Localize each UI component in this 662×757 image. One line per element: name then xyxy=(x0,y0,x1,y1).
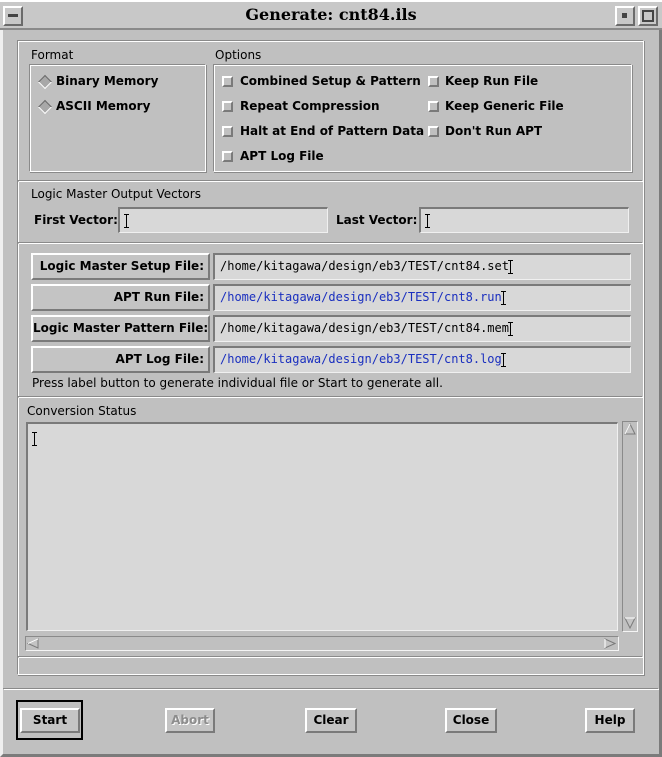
checkbox-repeat-compression[interactable]: Repeat Compression xyxy=(222,98,422,116)
start-button[interactable]: Start xyxy=(20,708,80,733)
abort-button[interactable]: Abort xyxy=(165,708,215,733)
window-title: Generate: cnt84.ils xyxy=(245,5,417,24)
radio-label: Binary Memory xyxy=(56,74,159,88)
last-vector-input[interactable] xyxy=(419,207,629,233)
separator xyxy=(18,242,643,244)
separator xyxy=(3,688,659,690)
checkbox-label: Combined Setup & Pattern xyxy=(240,74,421,88)
checkbox-halt-at-end[interactable]: Halt at End of Pattern Data xyxy=(222,123,427,141)
radio-binary-memory[interactable]: Binary Memory xyxy=(35,73,195,91)
apt-log-file-field[interactable]: /home/kitagawa/design/eb3/TEST/cnt8.log xyxy=(213,346,631,373)
checkbox-keep-run-file[interactable]: Keep Run File xyxy=(428,73,623,91)
arrow-right-icon[interactable] xyxy=(604,638,616,649)
checkbox-icon xyxy=(428,101,439,112)
pattern-file-button[interactable]: Logic Master Pattern File: xyxy=(31,315,210,342)
checkbox-label: APT Log File xyxy=(240,149,324,163)
apt-log-file-button[interactable]: APT Log File: xyxy=(31,346,210,373)
checkbox-label: Halt at End of Pattern Data xyxy=(240,124,425,138)
radio-label: ASCII Memory xyxy=(56,99,151,113)
checkbox-label: Keep Run File xyxy=(445,74,539,88)
checkbox-icon xyxy=(222,76,233,87)
radio-ascii-memory[interactable]: ASCII Memory xyxy=(35,98,195,116)
status-heading: Conversion Status xyxy=(27,404,137,418)
checkbox-apt-log-file[interactable]: APT Log File xyxy=(222,148,422,166)
checkbox-label: Repeat Compression xyxy=(240,99,380,113)
checkbox-icon xyxy=(222,101,233,112)
checkbox-keep-generic-file[interactable]: Keep Generic File xyxy=(428,98,623,116)
first-vector-input[interactable] xyxy=(118,207,328,233)
separator xyxy=(18,396,643,398)
maximize-icon[interactable] xyxy=(638,6,658,26)
checkbox-icon xyxy=(222,126,233,137)
radio-icon xyxy=(37,74,53,90)
arrow-up-icon[interactable] xyxy=(624,423,636,435)
help-button[interactable]: Help xyxy=(585,708,635,733)
hint-text: Press label button to generate individua… xyxy=(32,376,443,390)
arrow-left-icon[interactable] xyxy=(27,638,39,649)
title-bar[interactable]: Generate: cnt84.ils xyxy=(0,0,662,30)
last-vector-label: Last Vector: xyxy=(336,213,418,227)
close-button[interactable]: Close xyxy=(445,708,497,733)
format-heading: Format xyxy=(31,48,74,62)
arrow-down-icon[interactable] xyxy=(624,617,636,629)
clear-button[interactable]: Clear xyxy=(305,708,357,733)
vectors-heading: Logic Master Output Vectors xyxy=(31,187,201,201)
separator xyxy=(18,180,643,182)
status-text-area[interactable] xyxy=(26,422,618,631)
checkbox-icon xyxy=(222,151,233,162)
apt-run-file-field[interactable]: /home/kitagawa/design/eb3/TEST/cnt8.run xyxy=(213,284,631,311)
checkbox-icon xyxy=(428,76,439,87)
setup-file-field[interactable]: /home/kitagawa/design/eb3/TEST/cnt84.set xyxy=(213,253,631,280)
checkbox-label: Keep Generic File xyxy=(445,99,564,113)
horizontal-scrollbar[interactable] xyxy=(25,636,619,651)
apt-run-file-button[interactable]: APT Run File: xyxy=(31,284,210,311)
separator xyxy=(18,656,643,658)
checkbox-combined-setup-pattern[interactable]: Combined Setup & Pattern xyxy=(222,73,422,91)
minimize-icon[interactable] xyxy=(615,6,635,26)
checkbox-dont-run-apt[interactable]: Don't Run APT xyxy=(428,123,623,141)
radio-icon xyxy=(37,99,53,115)
vertical-scrollbar[interactable] xyxy=(622,421,638,632)
setup-file-button[interactable]: Logic Master Setup File: xyxy=(31,253,210,280)
pattern-file-field[interactable]: /home/kitagawa/design/eb3/TEST/cnt84.mem xyxy=(213,315,631,342)
options-heading: Options xyxy=(215,48,262,62)
first-vector-label: First Vector: xyxy=(34,213,118,227)
checkbox-label: Don't Run APT xyxy=(445,124,543,138)
checkbox-icon xyxy=(428,126,439,137)
